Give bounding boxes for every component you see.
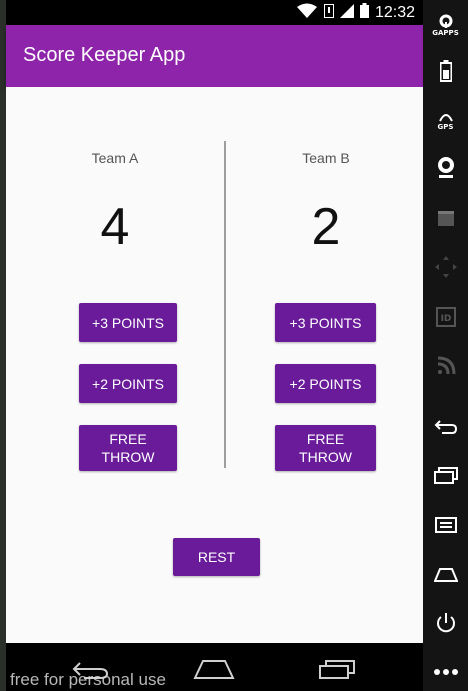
team-b-free-throw-button[interactable]: FREE THROW [275,425,376,471]
team-b-plus3-button[interactable]: +3 POINTS [275,303,376,342]
rss-icon[interactable] [423,351,468,381]
team-a-free-throw-button[interactable]: FREE THROW [79,425,177,471]
team-b-score: 2 [311,198,341,256]
notification-icon [323,3,334,22]
camera-icon[interactable] [423,152,468,182]
team-a-plus3-button[interactable]: +3 POINTS [79,303,177,342]
team-a-score: 4 [100,198,130,256]
battery-icon[interactable] [423,56,468,86]
status-bar: 12:32 [6,0,423,25]
team-a-plus2-button[interactable]: +2 POINTS [79,364,177,403]
team-b-plus2-button[interactable]: +2 POINTS [275,364,376,403]
menu-icon[interactable] [423,510,468,540]
wifi-icon [296,3,318,23]
gps-icon[interactable]: GPS [423,106,468,136]
nav-recents-icon[interactable] [318,658,356,684]
emulator-toolbar: GAPPS GPS ID [423,0,468,691]
app-title: Score Keeper App [23,44,186,66]
back-icon[interactable] [423,412,468,442]
column-divider [224,141,226,468]
reset-button[interactable]: REST [173,538,260,576]
device-screen: 12:32 Score Keeper App Team A 4 +3 POINT… [6,0,423,691]
battery-status-icon [359,3,369,22]
id-icon[interactable]: ID [423,302,468,332]
gapps-icon[interactable]: GAPPS [423,8,468,42]
svg-text:ID: ID [440,314,451,324]
dpad-icon[interactable] [423,252,468,282]
main-content: Team A 4 +3 POINTS +2 POINTS FREE THROW … [6,87,423,643]
recent-apps-icon[interactable] [423,460,468,490]
team-b-label: Team B [302,150,350,166]
nav-home-icon[interactable] [193,659,235,683]
signal-icon [339,3,354,22]
app-bar: Score Keeper App [6,25,423,87]
clock: 12:32 [374,3,415,21]
more-icon[interactable] [423,660,468,684]
team-a-label: Team A [91,150,139,166]
watermark: free for personal use [10,670,166,689]
home-icon[interactable] [423,560,468,590]
media-icon[interactable] [423,203,468,233]
power-icon[interactable] [423,608,468,638]
